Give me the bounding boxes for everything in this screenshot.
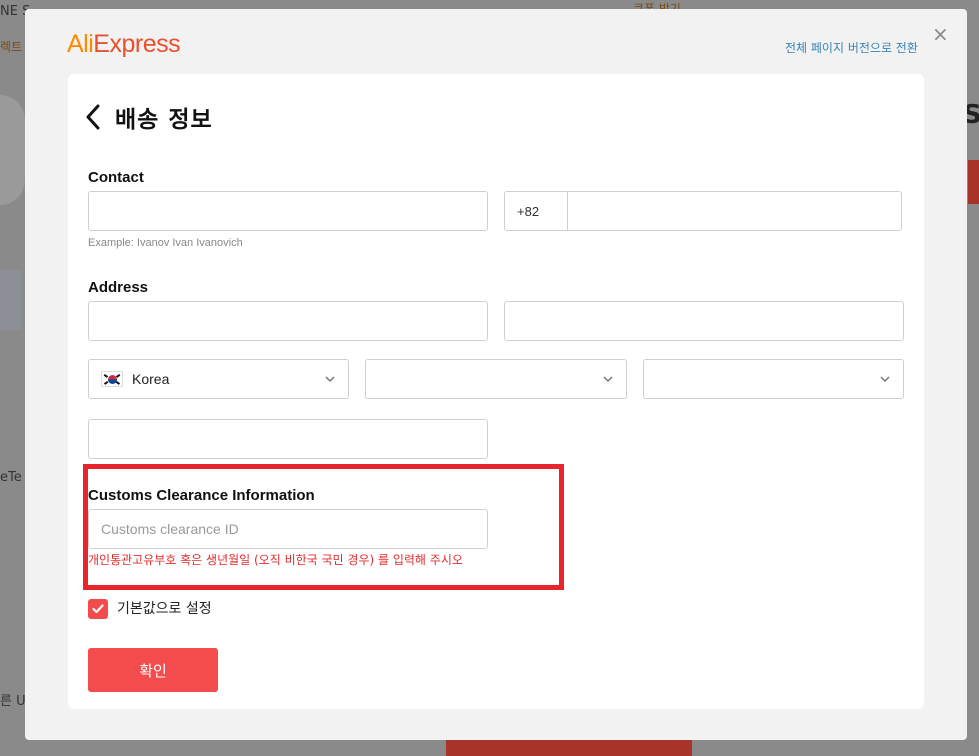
shipping-info-modal: AliExpress 전체 페이지 버전으로 전환 × 배송 정보 Contac… (25, 9, 967, 740)
chevron-down-icon (880, 376, 890, 383)
country-value: Korea (132, 371, 170, 387)
address-line2-input[interactable] (504, 301, 904, 341)
contact-label: Contact (88, 169, 144, 186)
contact-name-input[interactable] (88, 191, 488, 231)
province-select[interactable] (365, 359, 627, 399)
default-address-label[interactable]: 기본값으로 설정 (117, 599, 212, 619)
background-buy-all-button (446, 738, 692, 756)
background-text: 렉트 (0, 40, 23, 54)
customs-error-message: 개인통관고유부호 혹은 생년월일 (오직 비한국 국민 경우) 를 입력해 주시… (88, 553, 463, 567)
country-select[interactable]: Korea (88, 359, 349, 399)
close-icon[interactable]: × (932, 24, 949, 44)
default-address-checkbox[interactable] (88, 599, 108, 619)
address-line1-input[interactable] (88, 301, 488, 341)
confirm-button[interactable]: 확인 (88, 648, 218, 692)
background-text: eTe (0, 470, 22, 485)
city-select[interactable] (643, 359, 904, 399)
address-label: Address (88, 279, 149, 296)
full-page-version-link[interactable]: 전체 페이지 버전으로 전환 (785, 39, 918, 56)
background-product-thumbnail (0, 270, 22, 330)
customs-id-input[interactable] (88, 509, 488, 549)
name-example-hint: Example: Ivanov Ivan Ivanovich (88, 237, 243, 249)
chevron-left-icon[interactable] (83, 104, 105, 130)
background-red-button (968, 160, 979, 204)
zip-code-input[interactable] (88, 419, 488, 459)
background-text: 른 U (0, 694, 26, 709)
customs-label: Customs Clearance Information (88, 487, 315, 504)
check-icon (92, 604, 104, 614)
phone-number-input[interactable] (568, 192, 901, 230)
shipping-form-card: 배송 정보 Contact +82 Example: Ivanov Ivan I… (68, 74, 924, 709)
form-header: 배송 정보 (83, 100, 213, 134)
chevron-down-icon (325, 376, 335, 383)
background-product-thumbnail (0, 95, 25, 205)
page-title: 배송 정보 (115, 107, 213, 133)
phone-country-code[interactable]: +82 (505, 192, 568, 230)
aliexpress-logo: AliExpress (67, 30, 181, 58)
phone-field: +82 (504, 191, 902, 231)
chevron-down-icon (603, 376, 613, 383)
korea-flag-icon (101, 371, 123, 387)
